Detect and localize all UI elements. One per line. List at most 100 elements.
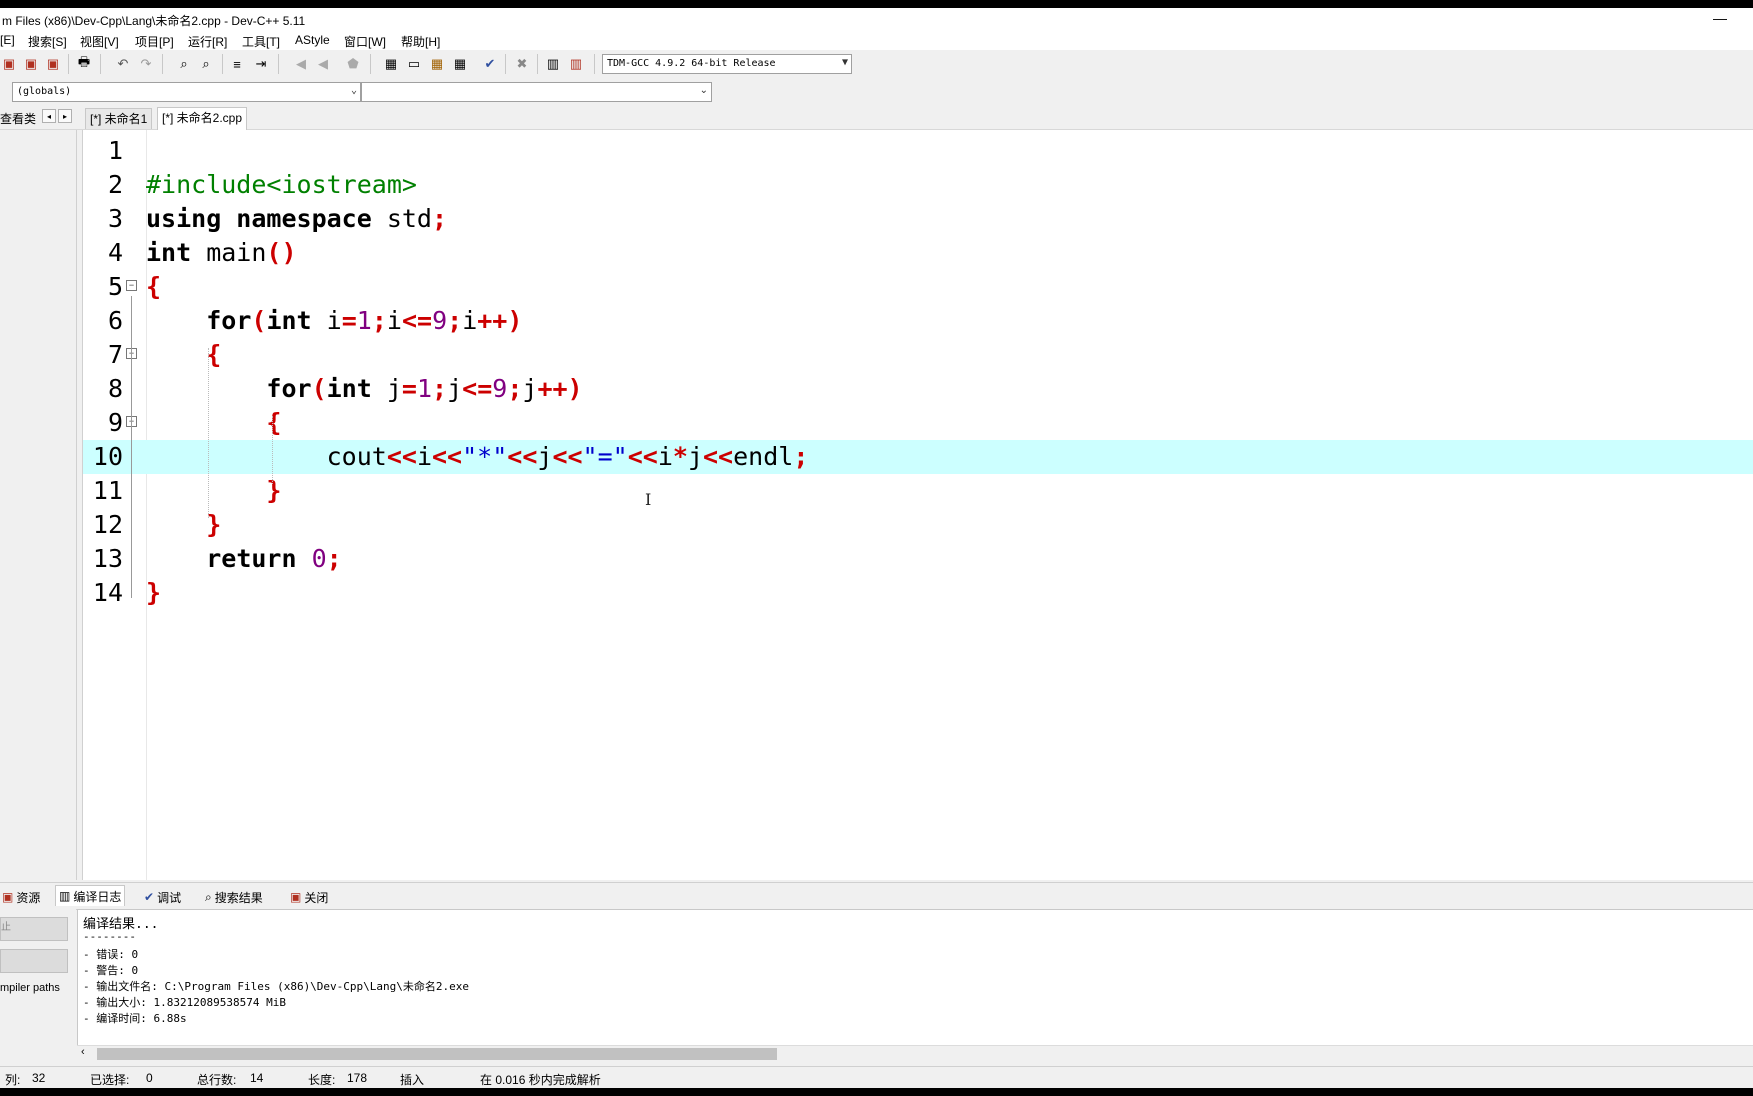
menu-run[interactable]: 运行[R] [188,33,227,50]
toolbar-separator [68,54,69,74]
status-lines-value: 14 [250,1071,264,1085]
code-line: 11 } [83,474,1753,508]
toolbar-separator [162,54,163,74]
code-line: 6 for(int i=1;i<=9;i++) [83,304,1753,338]
toolbar-separator [594,54,595,74]
toolbar-separator [222,54,223,74]
back-icon[interactable]: ◀ [292,55,310,73]
compiler-select[interactable]: TDM-GCC 4.9.2 64-bit Release ▼ [602,54,852,74]
resources-icon: ▣ [2,890,14,904]
tab-search-results[interactable]: ⌕ 搜索结果 [205,887,263,907]
close-all-icon[interactable]: ▣ [44,55,62,73]
chevron-down-icon: ⌄ [350,85,357,96]
menu-help[interactable]: 帮助[H] [401,33,440,50]
toolbar-separator [370,54,371,74]
log-divider: -------- [83,930,136,943]
menu-bar: [E] 搜索[S] 视图[V] 项目[P] 运行[R] 工具[T] AStyle… [0,30,1753,50]
scope-select[interactable]: (globals) ⌄ [12,82,361,102]
menu-project[interactable]: 项目[P] [135,33,174,50]
run-icon[interactable]: ▭ [405,55,423,73]
forward-icon[interactable]: ◀ [314,55,332,73]
compiler-paths-label: mpiler paths [0,982,60,994]
code-line: 12 } [83,508,1753,542]
compile-log: 编译结果... -------- - 错误: 0 - 警告: 0 - 输出文件名… [77,909,1753,1046]
line-number: 13 [92,544,123,573]
code-line: 1 [83,134,1753,168]
chevron-down-icon: ▼ [841,57,848,68]
rebuild-icon[interactable]: ▦ [451,55,469,73]
scope-value: (globals) [17,86,72,97]
stop-icon[interactable]: ✖ [513,55,531,73]
fold-toggle[interactable]: − [126,280,137,291]
screen-bottom-border [0,1088,1753,1096]
line-number: 4 [107,238,123,267]
replace-icon[interactable]: ⌕ [197,55,215,73]
menu-window[interactable]: 窗口[W] [344,33,386,50]
status-len-value: 178 [347,1071,368,1085]
minimize-button[interactable]: — [1713,10,1727,26]
tab-next-button[interactable]: ▸ [58,109,72,123]
unindent-icon[interactable]: ⇥ [252,55,270,73]
bookmark-icon[interactable]: ⬟ [344,55,362,73]
tab-untitled1[interactable]: [*] 未命名1 [85,108,153,129]
line-number: 7 [107,340,123,369]
delete-profile-icon[interactable]: ▥ [567,55,585,73]
check-syntax-icon[interactable]: ✔ [481,55,499,73]
line-number: 10 [92,442,123,471]
redo-icon[interactable]: ↷ [137,55,155,73]
options-button[interactable] [0,949,68,973]
save-all-icon[interactable]: ▣ [0,55,18,73]
status-parse: 在 0.016 秒内完成解析 [480,1073,601,1087]
status-bar: 列: 32 已选择: 0 总行数: 14 长度: 178 插入 在 0.016 … [0,1066,1753,1089]
close-file-icon[interactable]: ▣ [22,55,40,73]
editor-tabs-bar: 查看类 ◂ ▸ [*] 未命名1 [*] 未命名2.cpp [0,105,1753,130]
indent-icon[interactable]: ≡ [228,55,246,73]
tab-debug[interactable]: ✔ 调试 [144,887,181,907]
line-number: 3 [107,204,123,233]
profile-icon[interactable]: ▥ [544,55,562,73]
line-number: 1 [107,136,123,165]
code-editor[interactable]: 1 2 #include<iostream> 3 using namespace… [82,130,1753,880]
status-mode: 插入 [400,1073,425,1087]
toolbar-separator [505,54,506,74]
scrollbar-thumb[interactable] [97,1048,777,1060]
menu-edit[interactable]: [E] [0,33,15,47]
indent-guide [208,348,209,518]
member-select[interactable]: ⌄ [361,82,712,102]
tab-compile-log[interactable]: ▥ 编译日志 [55,885,126,906]
undo-icon[interactable]: ↶ [114,55,132,73]
class-view-label[interactable]: 查看类 [0,110,36,127]
compile-run-icon[interactable]: ▦ [428,55,446,73]
line-number: 2 [107,170,123,199]
current-code-line: 10 cout<<i<<"*"<<j<<"="<<i*j<<endl; [83,440,1753,474]
line-number: 9 [107,408,123,437]
menu-view[interactable]: 视图[V] [80,33,119,50]
compile-options-panel: 止 mpiler paths [0,909,76,1061]
compile-log-icon: ▥ [59,889,71,903]
tab-close[interactable]: ▣ 关闭 [290,887,328,907]
window-title: m Files (x86)\Dev-Cpp\Lang\未命名2.cpp - De… [2,14,306,28]
code-line: 5 − { [83,270,1753,304]
log-output-file: - 输出文件名: C:\Program Files (x86)\Dev-Cpp\… [83,980,470,993]
status-len-label: 长度: [308,1073,336,1087]
log-warnings: - 警告: 0 [83,964,139,977]
toolbar: ▣ ▣ ▣ 🖶 ↶ ↷ ⌕ ⌕ ≡ ⇥ ◀ ◀ ⬟ ▦ ▭ ▦ ▦ ✔ ✖ ▥ … [0,50,1753,79]
abort-compile-button[interactable]: 止 [0,917,68,941]
fold-line [131,296,132,598]
code-line: 4 int main() [83,236,1753,270]
text-cursor-icon: I [645,490,652,509]
log-output-size: - 输出大小: 1.83212089538574 MiB [83,996,286,1009]
scroll-left-icon[interactable]: ‹ [81,1046,85,1058]
screen-top-border [0,0,1753,8]
print-icon[interactable]: 🖶 [75,54,93,73]
tab-untitled2[interactable]: [*] 未命名2.cpp [157,107,248,130]
tab-prev-button[interactable]: ◂ [42,109,56,123]
log-horizontal-scrollbar[interactable]: ‹ [77,1045,1753,1062]
line-number: 8 [107,374,123,403]
menu-astyle[interactable]: AStyle [295,33,330,47]
find-icon[interactable]: ⌕ [175,55,193,73]
menu-tools[interactable]: 工具[T] [242,33,280,50]
tab-resources[interactable]: ▣ 资源 [2,887,40,907]
compile-icon[interactable]: ▦ [382,55,400,73]
menu-search[interactable]: 搜索[S] [28,33,67,50]
